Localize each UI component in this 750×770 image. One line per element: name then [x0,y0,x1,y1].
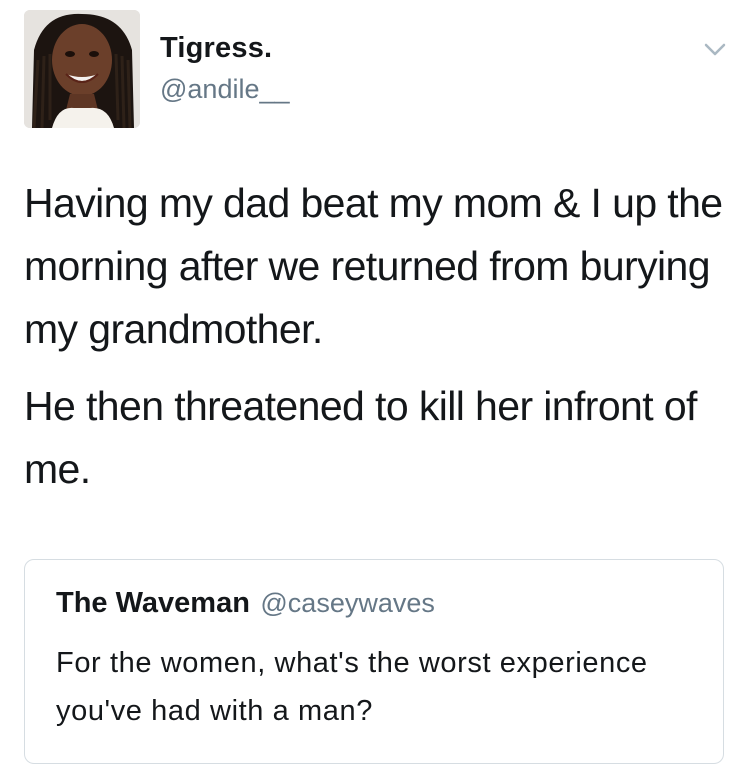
chevron-down-icon[interactable] [704,42,726,58]
quoted-tweet-card[interactable]: The Waveman @caseywaves For the women, w… [24,559,724,764]
tweet-paragraph: He then threatened to kill her infront o… [24,383,697,492]
quoted-display-name: The Waveman [56,587,250,619]
quoted-tweet-header: The Waveman @caseywaves [56,583,435,628]
quoted-tweet-text: For the women, what's the worst experien… [56,647,648,727]
avatar-photo [24,10,140,128]
user-handle[interactable]: @andile__ [160,73,290,105]
display-name[interactable]: Tigress. [160,30,272,66]
avatar[interactable] [24,10,140,128]
tweet-paragraph: Having my dad beat my mom & I up the mor… [24,180,723,352]
tweet-text: Having my dad beat my mom & I up the mor… [24,172,724,515]
quoted-user-handle: @caseywaves [260,588,435,618]
